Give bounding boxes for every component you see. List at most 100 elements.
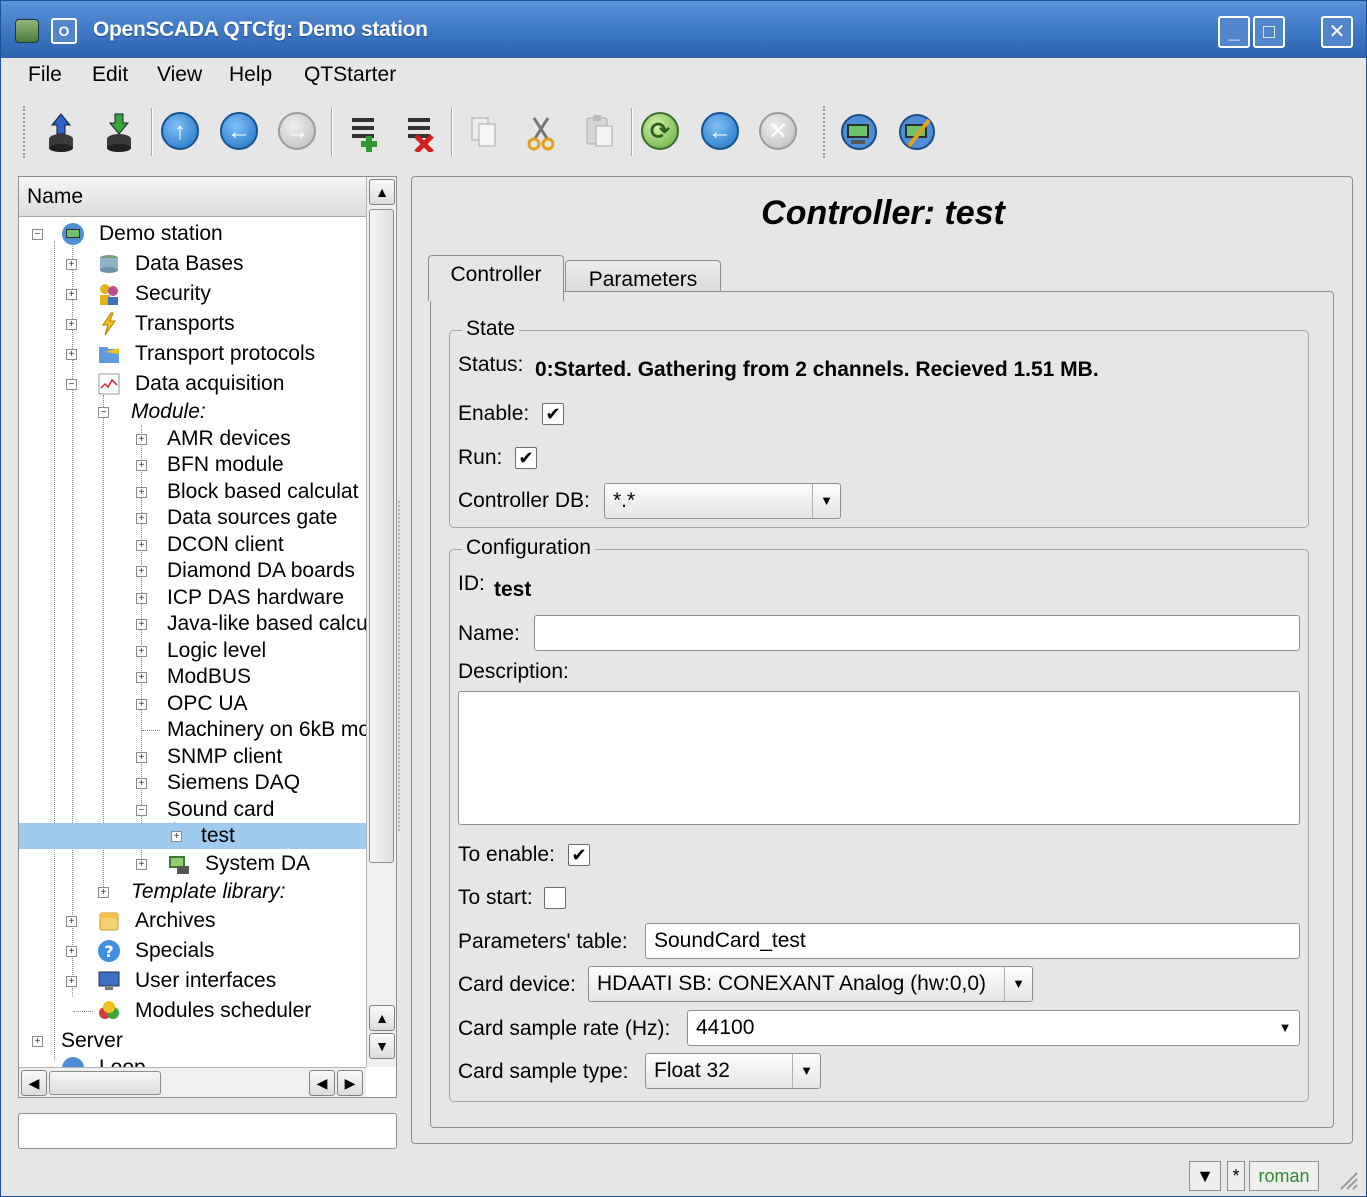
delete-item-icon[interactable] bbox=[399, 112, 439, 154]
scroll-up-icon[interactable]: ▲ bbox=[369, 179, 395, 205]
window-menu-button[interactable]: O bbox=[51, 18, 77, 44]
menu-help[interactable]: Help bbox=[229, 63, 272, 87]
title-bar[interactable]: O OpenSCADA QTCfg: Demo station _ □ ✕ bbox=[1, 1, 1366, 58]
back-icon[interactable]: ← bbox=[220, 112, 258, 150]
db-save-icon[interactable] bbox=[99, 112, 139, 152]
tree-node-siemens-daq[interactable]: + Siemens DAQ bbox=[19, 770, 366, 796]
tree-node-java-like-calculator[interactable]: + Java-like based calcu bbox=[19, 611, 368, 637]
tree-node-user-interfaces[interactable]: + User interfaces bbox=[19, 968, 366, 994]
cut-icon[interactable] bbox=[521, 112, 561, 152]
expand-icon[interactable]: + bbox=[66, 349, 77, 360]
expand-icon[interactable]: + bbox=[136, 487, 147, 498]
expand-icon[interactable]: + bbox=[66, 259, 77, 270]
scroll-up-icon[interactable]: ▲ bbox=[369, 1005, 395, 1031]
refresh-icon[interactable]: ⟳ bbox=[641, 112, 679, 150]
scroll-down-icon[interactable]: ▼ bbox=[369, 1033, 395, 1059]
expand-icon[interactable]: + bbox=[136, 859, 147, 870]
tree-node-test[interactable]: + test bbox=[19, 823, 366, 849]
tree-node-loop[interactable]: Loop bbox=[19, 1055, 366, 1067]
tree-node-icp-das-hardware[interactable]: + ICP DAS hardware bbox=[19, 585, 366, 611]
tree-node-sound-card[interactable]: − Sound card bbox=[19, 797, 366, 823]
expand-icon[interactable]: + bbox=[136, 566, 147, 577]
copy-icon[interactable] bbox=[463, 112, 503, 152]
maximize-button[interactable]: □ bbox=[1253, 16, 1285, 48]
run-checkbox[interactable]: ✔ bbox=[515, 447, 537, 469]
toolbar-grip[interactable] bbox=[823, 106, 829, 158]
expand-icon[interactable]: + bbox=[136, 778, 147, 789]
to-enable-checkbox[interactable]: ✔ bbox=[568, 844, 590, 866]
menu-file[interactable]: File bbox=[28, 63, 62, 87]
db-load-icon[interactable] bbox=[41, 112, 81, 152]
tree-node-opc-ua[interactable]: + OPC UA bbox=[19, 691, 366, 717]
chevron-down-icon[interactable]: ▼ bbox=[1271, 1011, 1299, 1045]
menu-qtstarter[interactable]: QTStarter bbox=[304, 63, 396, 87]
menu-edit[interactable]: Edit bbox=[92, 63, 128, 87]
expand-icon[interactable]: + bbox=[66, 976, 77, 987]
collapse-icon[interactable]: − bbox=[136, 805, 147, 816]
collapse-icon[interactable]: − bbox=[98, 407, 109, 418]
name-field[interactable] bbox=[534, 615, 1300, 651]
expand-icon[interactable]: + bbox=[136, 646, 147, 657]
tree-node-demo-station[interactable]: − Demo station bbox=[19, 221, 366, 247]
expand-icon[interactable]: + bbox=[66, 946, 77, 957]
tree-node-data-bases[interactable]: + Data Bases bbox=[19, 251, 366, 277]
paste-icon[interactable] bbox=[579, 112, 619, 152]
resize-grip-icon[interactable] bbox=[1335, 1167, 1359, 1191]
sample-rate-select[interactable]: 44100 ▼ bbox=[687, 1010, 1300, 1046]
tree-node-bfn-module[interactable]: + BFN module bbox=[19, 452, 366, 478]
tree-node-transport-protocols[interactable]: + Transport protocols bbox=[19, 341, 366, 367]
scroll-left-icon[interactable]: ◀ bbox=[21, 1070, 47, 1096]
tree-node-specials[interactable]: + ? Specials bbox=[19, 938, 366, 964]
scroll-left-icon[interactable]: ◀ bbox=[309, 1070, 335, 1096]
tab-controller[interactable]: Controller bbox=[428, 255, 564, 301]
expand-icon[interactable]: + bbox=[136, 513, 147, 524]
sample-type-select[interactable]: Float 32 ▼ bbox=[645, 1053, 821, 1089]
expand-icon[interactable]: + bbox=[136, 699, 147, 710]
tree-node-modbus[interactable]: + ModBUS bbox=[19, 664, 366, 690]
expand-icon[interactable]: + bbox=[171, 831, 182, 842]
station-config-icon[interactable] bbox=[897, 112, 937, 152]
expand-icon[interactable]: + bbox=[66, 916, 77, 927]
expand-icon[interactable]: + bbox=[136, 619, 147, 630]
tree-node-template-library[interactable]: + Template library: bbox=[19, 879, 366, 905]
status-dropdown-button[interactable]: ▼ bbox=[1189, 1161, 1221, 1191]
expand-icon[interactable]: + bbox=[136, 460, 147, 471]
tree-node-data-acquisition[interactable]: − Data acquisition bbox=[19, 371, 366, 397]
expand-icon[interactable]: + bbox=[136, 752, 147, 763]
tree-header-name[interactable]: Name bbox=[19, 177, 366, 217]
command-input[interactable] bbox=[18, 1113, 397, 1149]
tree-node-machinery[interactable]: Machinery on 6kB mo bbox=[19, 717, 370, 743]
scrollbar-thumb[interactable] bbox=[49, 1071, 161, 1095]
enable-checkbox[interactable]: ✔ bbox=[542, 403, 564, 425]
tree-node-block-based-calculator[interactable]: + Block based calculat bbox=[19, 479, 366, 505]
menu-view[interactable]: View bbox=[157, 63, 202, 87]
tree-node-data-sources-gate[interactable]: + Data sources gate bbox=[19, 505, 366, 531]
tree-node-module[interactable]: − Module: bbox=[19, 399, 366, 425]
expand-icon[interactable]: + bbox=[136, 434, 147, 445]
up-icon[interactable]: ↑ bbox=[161, 112, 199, 150]
expand-icon[interactable]: + bbox=[66, 319, 77, 330]
expand-icon[interactable]: + bbox=[136, 593, 147, 604]
forward-icon[interactable]: → bbox=[278, 112, 316, 150]
scroll-right-icon[interactable]: ▶ bbox=[337, 1070, 363, 1096]
expand-icon[interactable]: + bbox=[136, 672, 147, 683]
tree-node-dcon-client[interactable]: + DCON client bbox=[19, 532, 366, 558]
tree-node-server[interactable]: + Server bbox=[19, 1028, 366, 1054]
tree-node-system-da[interactable]: + System DA bbox=[19, 851, 366, 877]
navigation-tree[interactable]: Name − Demo station + Data Bases + Secur… bbox=[18, 176, 397, 1098]
start-page-icon[interactable]: ← bbox=[701, 112, 739, 150]
tree-vertical-scrollbar[interactable]: ▲ ▲ ▼ bbox=[366, 177, 396, 1067]
tree-node-transports[interactable]: + Transports bbox=[19, 311, 366, 337]
tree-node-diamond-da-boards[interactable]: + Diamond DA boards bbox=[19, 558, 366, 584]
chevron-down-icon[interactable]: ▼ bbox=[812, 484, 840, 518]
tree-node-security[interactable]: + Security bbox=[19, 281, 366, 307]
chevron-down-icon[interactable]: ▼ bbox=[792, 1054, 820, 1088]
minimize-button[interactable]: _ bbox=[1218, 16, 1250, 48]
status-user[interactable]: roman bbox=[1249, 1161, 1319, 1191]
expand-icon[interactable]: + bbox=[66, 289, 77, 300]
to-start-checkbox[interactable] bbox=[544, 887, 566, 909]
tree-node-amr-devices[interactable]: + AMR devices bbox=[19, 426, 366, 452]
parameters-table-field[interactable]: SoundCard_test bbox=[645, 923, 1300, 959]
collapse-icon[interactable]: − bbox=[32, 229, 43, 240]
collapse-icon[interactable]: − bbox=[66, 379, 77, 390]
